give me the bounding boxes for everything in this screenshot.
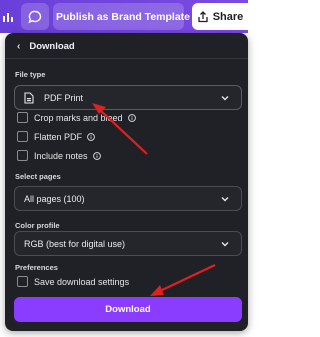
save-settings-option[interactable]: Save download settings: [17, 276, 129, 287]
comment-button[interactable]: [21, 3, 49, 30]
crop-marks-option[interactable]: Crop marks and bleed: [17, 112, 136, 123]
share-button[interactable]: Share: [192, 3, 248, 30]
select-pages-label: Select pages: [15, 172, 61, 181]
select-pages-select[interactable]: All pages (100): [14, 186, 242, 211]
include-notes-checkbox[interactable]: [17, 150, 28, 161]
include-notes-label: Include notes: [34, 150, 88, 161]
preferences-label: Preferences: [15, 263, 58, 272]
panel-header: ‹ Download: [17, 41, 75, 52]
flatten-pdf-label: Flatten PDF: [34, 131, 83, 142]
file-type-value: PDF Print: [44, 92, 84, 103]
info-icon[interactable]: [127, 113, 136, 122]
crop-marks-label: Crop marks and bleed: [34, 112, 123, 123]
info-icon[interactable]: [92, 151, 101, 160]
include-notes-option[interactable]: Include notes: [17, 150, 101, 161]
file-type-label: File type: [15, 70, 46, 79]
chevron-down-icon: [221, 197, 229, 202]
flatten-pdf-checkbox[interactable]: [17, 131, 28, 142]
panel-title: Download: [29, 41, 75, 52]
header-divider: [5, 58, 248, 59]
editor-topbar: Publish as Brand Template Share: [0, 0, 248, 33]
share-icon: [198, 10, 208, 22]
publish-label: Publish as Brand Template: [56, 10, 191, 23]
download-button-label: Download: [105, 304, 151, 315]
crop-marks-checkbox[interactable]: [17, 112, 28, 123]
save-settings-checkbox[interactable]: [17, 276, 28, 287]
info-icon[interactable]: [87, 132, 95, 141]
select-pages-value: All pages (100): [24, 193, 85, 204]
file-icon: [24, 91, 34, 104]
file-type-select[interactable]: PDF Print: [14, 85, 242, 110]
color-profile-select[interactable]: RGB (best for digital use): [14, 231, 242, 256]
color-profile-label: Color profile: [15, 221, 60, 230]
back-chevron-icon[interactable]: ‹: [17, 41, 20, 52]
save-settings-label: Save download settings: [34, 276, 130, 287]
chevron-down-icon: [221, 242, 229, 247]
chevron-down-icon: [221, 96, 229, 101]
publish-brand-template-button[interactable]: Publish as Brand Template: [53, 3, 190, 30]
color-profile-value: RGB (best for digital use): [24, 238, 126, 249]
flatten-pdf-option[interactable]: Flatten PDF: [17, 131, 95, 142]
insights-button[interactable]: [0, 3, 17, 30]
download-panel: ‹ Download File type PDF Print Crop mark…: [5, 33, 248, 331]
download-button[interactable]: Download: [14, 297, 242, 322]
comment-icon: [28, 10, 42, 23]
chart-icon: [2, 12, 13, 22]
share-label: Share: [212, 10, 244, 23]
